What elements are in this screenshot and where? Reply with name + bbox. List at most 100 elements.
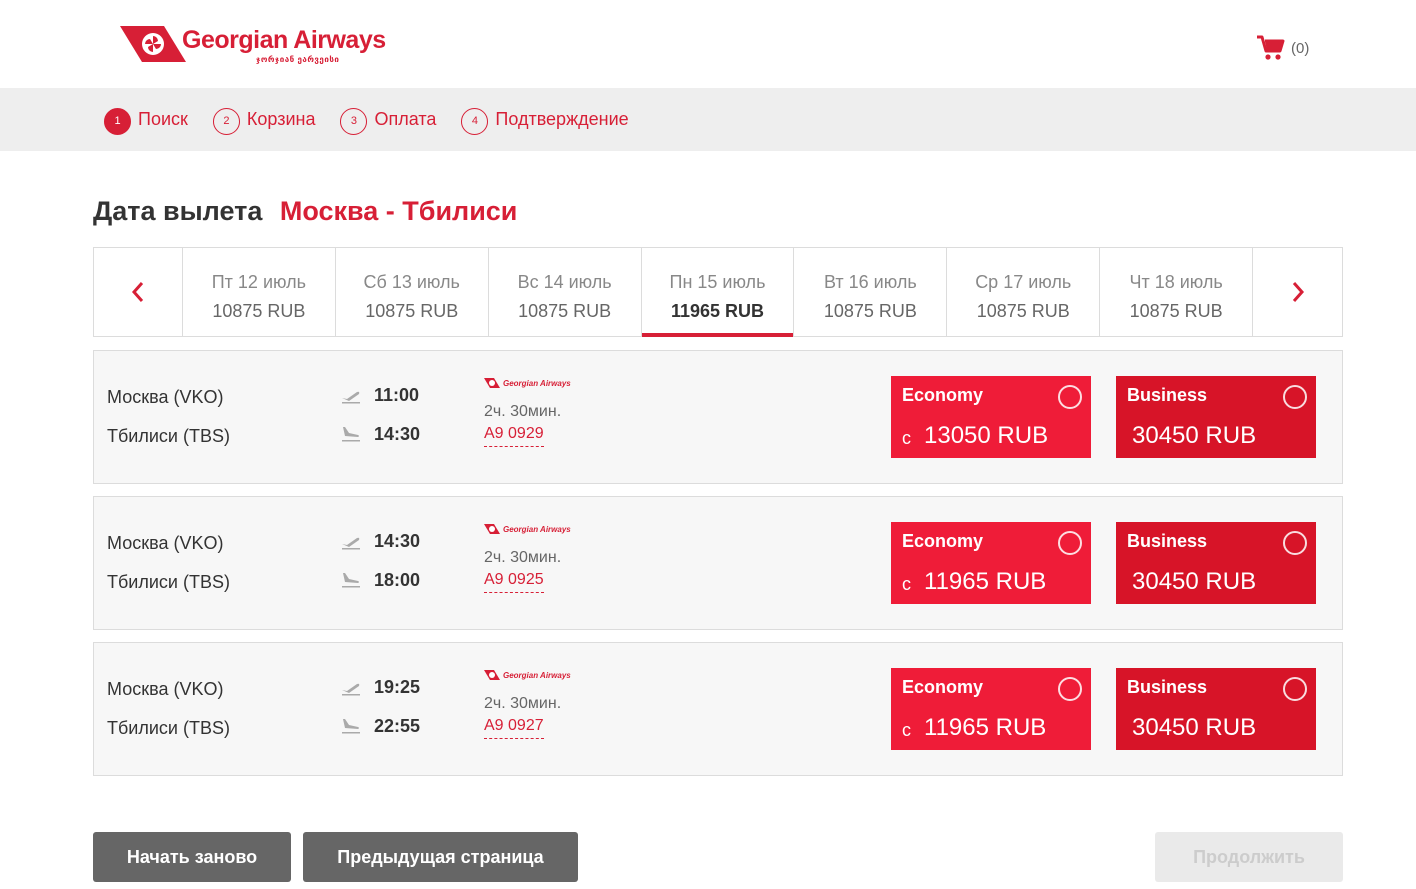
step-search[interactable]: 1 Поиск [104, 105, 188, 135]
fare-price-prefix: с [902, 574, 911, 594]
origin-city: Москва (VKO) [107, 679, 224, 699]
destination-city: Тбилиси (TBS) [107, 426, 230, 446]
fare-radio[interactable] [1058, 677, 1082, 701]
date-price: 10875 RUB [212, 301, 306, 321]
fare-radio[interactable] [1283, 677, 1307, 701]
flight-number-link[interactable]: A9 0925 [484, 571, 544, 593]
date-day: Вт 16 июль [824, 272, 917, 292]
cart-count: (0) [1291, 39, 1310, 57]
flight-duration: 2ч. 30мин. [484, 695, 562, 712]
departure-time: 19:25 [374, 677, 421, 697]
airline-name: Georgian Airways [503, 378, 571, 388]
date-day: Пн 15 июль [669, 272, 766, 292]
airline-name: Georgian Airways [503, 670, 571, 680]
continue-button[interactable]: Продолжить [1155, 832, 1343, 882]
fare-radio[interactable] [1283, 385, 1307, 409]
logo-mark-icon [484, 524, 500, 534]
date-option-selected[interactable]: Пн 15 июль 11965 RUB [640, 248, 794, 337]
fare-price: 11965 RUB [924, 568, 1047, 595]
fare-price: 13050 RUB [924, 422, 1049, 449]
chevron-right-icon [1292, 282, 1304, 302]
step-payment[interactable]: 3 Оплата [340, 105, 436, 135]
fare-radio[interactable] [1058, 531, 1082, 555]
landing-icon [342, 719, 360, 734]
destination-city: Тбилиси (TBS) [107, 572, 230, 592]
step-cart[interactable]: 2 Корзина [212, 105, 316, 135]
date-price: 10875 RUB [976, 301, 1070, 321]
flight-card: Москва (VKO) Тбилиси (TBS) 14:30 18:00 G… [93, 496, 1343, 630]
next-dates-button[interactable] [1252, 248, 1342, 336]
title-label: Дата вылета [93, 196, 263, 226]
takeoff-icon [342, 537, 360, 550]
date-option[interactable]: Вс 14 июль 10875 RUB [487, 248, 641, 336]
logo-subtitle: ჯორჯიან ეარვეისი [256, 55, 340, 64]
date-option[interactable]: Сб 13 июль 10875 RUB [334, 248, 488, 336]
step-label: Корзина [246, 109, 316, 129]
flight-duration: 2ч. 30мин. [484, 403, 562, 420]
date-selector: Пт 12 июль 10875 RUB Сб 13 июль 10875 RU… [93, 247, 1343, 337]
business-fare-option[interactable]: Business 30450 RUB [1116, 376, 1316, 458]
fare-class-label: Economy [902, 677, 984, 697]
step-confirmation[interactable]: 4 Подтверждение [461, 105, 629, 135]
fare-price-prefix: с [902, 720, 911, 740]
flight-card: Москва (VKO) Тбилиси (TBS) 19:25 22:55 G… [93, 642, 1343, 776]
booking-steps: 1 Поиск 2 Корзина 3 Оплата 4 Подтвержден… [0, 88, 1416, 151]
title-route: Москва - Тбилиси [279, 196, 518, 226]
business-fare-option[interactable]: Business 30450 RUB [1116, 668, 1316, 750]
logo-text: Georgian Airways [182, 26, 386, 54]
origin-city: Москва (VKO) [107, 533, 224, 553]
flight-card: Москва (VKO) Тбилиси (TBS) 11:00 14:30 G… [93, 350, 1343, 484]
fare-class-label: Economy [902, 385, 984, 405]
departure-time: 11:00 [374, 385, 420, 405]
step-label: Подтверждение [495, 109, 629, 129]
step-number: 2 [212, 107, 240, 135]
fare-radio[interactable] [1058, 385, 1082, 409]
flight-number-link[interactable]: A9 0929 [484, 425, 544, 447]
date-day: Сб 13 июль [363, 272, 460, 292]
business-fare-option[interactable]: Business 30450 RUB [1116, 522, 1316, 604]
economy-fare-option[interactable]: Economy с 13050 RUB [891, 376, 1091, 458]
date-option[interactable]: Вт 16 июль 10875 RUB [793, 248, 946, 336]
flight-duration: 2ч. 30мин. [484, 549, 562, 566]
economy-fare-option[interactable]: Economy с 11965 RUB [891, 668, 1091, 750]
economy-fare-option[interactable]: Economy с 11965 RUB [891, 522, 1091, 604]
date-price: 10875 RUB [823, 301, 917, 321]
date-day: Чт 18 июль [1129, 272, 1223, 292]
logo-mark-icon [120, 26, 186, 62]
restart-button[interactable]: Начать заново [93, 832, 291, 882]
arrival-time: 22:55 [374, 716, 421, 736]
chevron-left-icon [131, 282, 144, 302]
fare-class-label: Business [1127, 531, 1208, 551]
flight-number-link[interactable]: A9 0927 [484, 717, 544, 739]
page-title: Дата вылета Москва - Тбилиси [93, 196, 517, 227]
fare-class-label: Economy [902, 531, 984, 551]
fare-class-label: Business [1127, 385, 1208, 405]
destination-city: Тбилиси (TBS) [107, 718, 230, 738]
prev-dates-button[interactable] [94, 248, 182, 336]
takeoff-icon [342, 391, 360, 404]
airline-logo: Georgian Airways [484, 523, 571, 535]
fare-radio[interactable] [1283, 531, 1307, 555]
date-price: 10875 RUB [518, 301, 612, 321]
date-option[interactable]: Пт 12 июль 10875 RUB [181, 248, 335, 336]
cart-icon [1257, 35, 1285, 60]
date-option[interactable]: Ср 17 июль 10875 RUB [946, 248, 1099, 336]
brand-logo[interactable]: Georgian Airways ჯორჯიან ეარვეისი [120, 24, 390, 68]
date-day: Пт 12 июль [211, 272, 306, 292]
origin-city: Москва (VKO) [107, 387, 224, 407]
fare-price: 30450 RUB [1132, 714, 1257, 741]
logo-mark-icon [484, 670, 500, 680]
departure-time: 14:30 [374, 531, 421, 551]
previous-page-button[interactable]: Предыдущая страница [303, 832, 578, 882]
date-price: 11965 RUB [670, 301, 765, 321]
cart-button[interactable]: (0) [1257, 35, 1309, 61]
date-day: Ср 17 июль [975, 272, 1072, 292]
fare-price: 30450 RUB [1132, 422, 1257, 449]
fare-class-label: Business [1127, 677, 1208, 697]
step-number: 3 [340, 107, 368, 135]
step-label: Поиск [138, 109, 188, 129]
landing-icon [342, 427, 360, 442]
date-price: 10875 RUB [365, 301, 459, 321]
arrival-time: 18:00 [374, 570, 421, 590]
date-option[interactable]: Чт 18 июль 10875 RUB [1099, 248, 1252, 336]
